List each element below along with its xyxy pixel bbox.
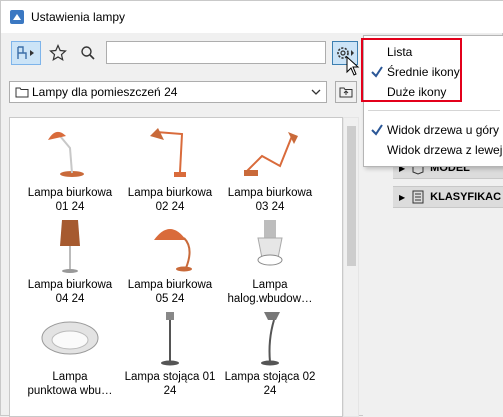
item-label: Lampa biurkowa bbox=[127, 187, 213, 199]
menu-item-label: Widok drzewa z lewej bbox=[387, 143, 503, 157]
search-button[interactable] bbox=[76, 41, 100, 65]
checkmark-icon bbox=[371, 124, 383, 136]
item-label: 04 24 bbox=[55, 293, 85, 305]
list-item[interactable]: Lampa biurkowa 02 24 bbox=[122, 126, 218, 218]
desk-lamp-thumbnail bbox=[244, 132, 298, 176]
expand-arrow-icon: ▶ bbox=[399, 192, 406, 202]
item-label: Lampa bbox=[252, 279, 288, 291]
window-title: Ustawienia lampy bbox=[31, 10, 126, 24]
item-label: Lampa stojąca 02 bbox=[224, 371, 316, 383]
object-type-button[interactable] bbox=[11, 41, 41, 65]
list-item[interactable]: Lampa biurkowa 05 24 bbox=[122, 218, 218, 310]
search-icon bbox=[81, 46, 95, 60]
recessed-spot-thumbnail bbox=[41, 321, 99, 355]
item-label: 01 24 bbox=[55, 201, 85, 213]
menu-item-tree-top[interactable]: Widok drzewa u góry bbox=[364, 120, 503, 140]
item-label: punktowa wbu… bbox=[27, 385, 113, 397]
list-item[interactable]: Lampa biurkowa 04 24 bbox=[22, 218, 118, 310]
app-icon bbox=[10, 10, 24, 24]
object-grid: Lampa biurkowa 01 24 Lampa biurkowa 02 24 … bbox=[9, 117, 343, 417]
item-label: 03 24 bbox=[255, 201, 285, 213]
folder-selector[interactable]: Lampy dla pomieszczeń 24 bbox=[9, 81, 327, 103]
vertical-scrollbar[interactable] bbox=[343, 117, 359, 417]
menu-divider bbox=[368, 110, 500, 111]
tree-row-classification[interactable]: ▶ KLASYFIKAC bbox=[393, 186, 503, 208]
tree-row-label: KLASYFIKAC bbox=[430, 191, 502, 203]
favorites-button[interactable] bbox=[45, 41, 71, 65]
search-input[interactable] bbox=[106, 41, 326, 64]
annotation-highlight-box bbox=[361, 38, 462, 102]
item-label: halog.wbudow… bbox=[227, 293, 313, 305]
menu-item-label: Widok drzewa u góry bbox=[387, 123, 500, 137]
item-label: 24 bbox=[263, 385, 277, 397]
folder-up-icon bbox=[339, 87, 353, 98]
chair-icon bbox=[17, 46, 34, 59]
desk-lamp-thumbnail bbox=[48, 131, 84, 177]
settings-window: Ustawienia lampy Lampy dla pomieszczeń 2… bbox=[0, 0, 503, 417]
item-label: Lampa bbox=[52, 371, 88, 383]
item-label: 05 24 bbox=[155, 293, 185, 305]
item-label: Lampa biurkowa bbox=[27, 279, 113, 291]
mouse-pointer-icon bbox=[346, 56, 360, 76]
list-item[interactable]: Lampa punktowa wbu… bbox=[22, 310, 118, 402]
item-label: Lampa biurkowa bbox=[227, 187, 313, 199]
list-item[interactable]: Lampa halog.wbudow… bbox=[222, 218, 318, 310]
title-bar: Ustawienia lampy bbox=[1, 1, 503, 33]
floor-lamp-thumbnail bbox=[161, 312, 179, 366]
list-item[interactable]: Lampa stojąca 02 24 bbox=[222, 310, 318, 402]
floor-lamp-thumbnail bbox=[261, 312, 280, 366]
desk-lamp-thumbnail bbox=[60, 220, 80, 273]
menu-item-tree-left[interactable]: Widok drzewa z lewej bbox=[364, 140, 503, 160]
list-item[interactable]: Lampa biurkowa 01 24 bbox=[22, 126, 118, 218]
folder-label: Lampy dla pomieszczeń 24 bbox=[32, 85, 178, 99]
item-label: Lampa biurkowa bbox=[127, 279, 213, 291]
list-icon bbox=[412, 190, 424, 204]
recessed-halogen-thumbnail bbox=[257, 220, 283, 266]
item-label: 24 bbox=[163, 385, 177, 397]
folder-up-button[interactable] bbox=[335, 81, 357, 103]
desk-lamp-thumbnail bbox=[150, 128, 186, 177]
list-item[interactable]: Lampa biurkowa 03 24 bbox=[222, 126, 318, 218]
list-item[interactable]: Lampa stojąca 01 24 bbox=[122, 310, 218, 402]
desk-lamp-thumbnail bbox=[154, 229, 192, 272]
item-label: Lampa stojąca 01 bbox=[124, 371, 216, 383]
star-icon bbox=[49, 44, 67, 62]
item-label: 02 24 bbox=[155, 201, 185, 213]
scrollbar-thumb[interactable] bbox=[347, 126, 356, 266]
folder-icon bbox=[15, 87, 29, 98]
item-label: Lampa biurkowa bbox=[27, 187, 113, 199]
chevron-down-icon bbox=[311, 89, 321, 95]
